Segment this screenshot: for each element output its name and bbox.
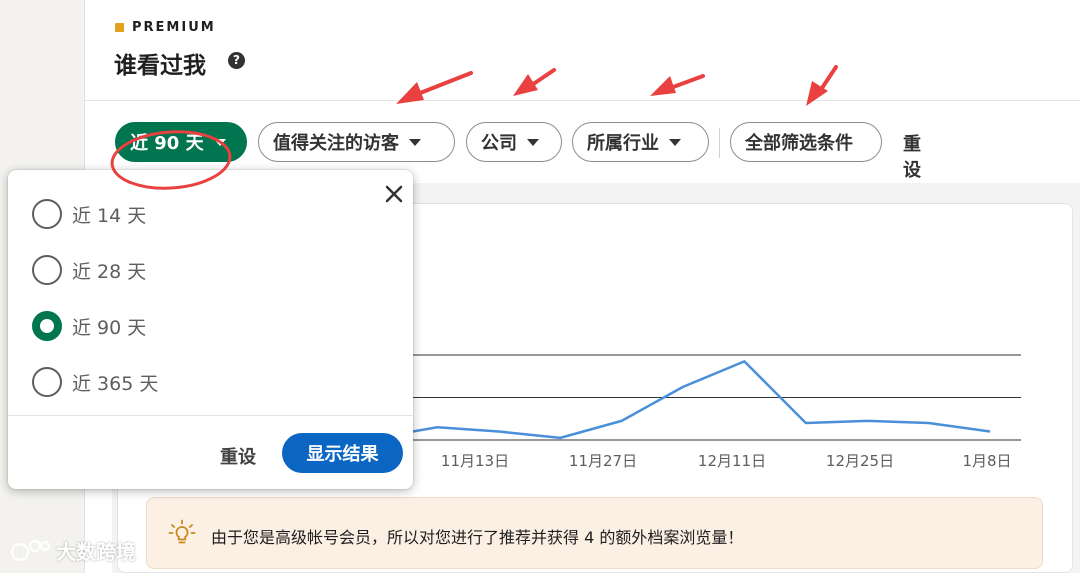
date-option-28-days[interactable]: 近 28 天 xyxy=(32,254,146,286)
filter-all-filters-label: 全部筛选条件 xyxy=(745,133,853,154)
filter-industry-label: 所属行业 xyxy=(587,133,659,154)
chart-x-tick-label: 11月27日 xyxy=(569,452,637,470)
watermark: 大数跨境 xyxy=(8,536,136,565)
chart-series-line xyxy=(375,360,991,440)
chart-x-tick-label: 11月13日 xyxy=(441,452,509,470)
filter-date-range[interactable]: 近 90 天 xyxy=(115,122,247,162)
filter-company-label: 公司 xyxy=(481,133,517,154)
filter-company[interactable]: 公司 xyxy=(466,122,562,162)
show-results-button[interactable]: 显示结果 xyxy=(282,433,403,473)
radio-unchecked-icon[interactable] xyxy=(32,199,62,229)
date-option-90-days[interactable]: 近 90 天 xyxy=(32,310,146,342)
date-option-label: 近 365 天 xyxy=(72,372,159,395)
filter-notable-visitors[interactable]: 值得关注的访客 xyxy=(258,122,455,162)
radio-checked-icon[interactable] xyxy=(32,311,62,341)
premium-notice-text: 由于您是高级帐号会员，所以对您进行了推荐并获得 4 的额外档案浏览量！ xyxy=(211,528,744,547)
radio-unchecked-icon[interactable] xyxy=(32,367,62,397)
filter-all-filters[interactable]: 全部筛选条件 xyxy=(730,122,882,162)
premium-label-row: PREMIUM xyxy=(115,20,216,35)
date-range-dropdown: 近 14 天 近 28 天 近 90 天 近 365 天 重设 显示结果 xyxy=(8,170,413,489)
chart-x-tick-label: 1月8日 xyxy=(962,452,1011,470)
dropdown-divider xyxy=(8,415,413,416)
filter-industry[interactable]: 所属行业 xyxy=(572,122,709,162)
premium-badge-icon xyxy=(115,23,124,32)
header-divider xyxy=(85,100,1080,101)
caret-down-icon xyxy=(213,138,226,146)
date-option-label: 近 14 天 xyxy=(72,204,147,227)
caret-down-icon xyxy=(527,138,539,146)
dropdown-reset-button[interactable]: 重设 xyxy=(220,443,256,469)
filter-notable-visitors-label: 值得关注的访客 xyxy=(273,133,399,154)
lightbulb-icon xyxy=(168,519,196,544)
chart-x-tick-label: 12月11日 xyxy=(698,452,766,470)
filter-date-range-label: 近 90 天 xyxy=(130,133,204,154)
chart-x-tick-label: 12月25日 xyxy=(826,452,894,470)
filter-reset-button[interactable]: 重设 xyxy=(903,130,921,182)
help-icon[interactable]: ? xyxy=(228,52,245,69)
date-option-label: 近 28 天 xyxy=(72,260,147,283)
page-title: 谁看过我 xyxy=(114,53,206,79)
premium-label: PREMIUM xyxy=(132,20,216,35)
filter-separator xyxy=(719,128,720,158)
watermark-text: 大数跨境 xyxy=(56,540,136,564)
watermark-logo-icon xyxy=(10,539,51,561)
caret-down-icon xyxy=(409,138,421,146)
date-option-14-days[interactable]: 近 14 天 xyxy=(32,198,146,230)
close-icon[interactable] xyxy=(382,182,406,206)
caret-down-icon xyxy=(669,138,681,146)
premium-notice-banner: 由于您是高级帐号会员，所以对您进行了推荐并获得 4 的额外档案浏览量！ xyxy=(146,497,1043,569)
radio-unchecked-icon[interactable] xyxy=(32,255,62,285)
date-option-label: 近 90 天 xyxy=(72,316,147,339)
date-option-365-days[interactable]: 近 365 天 xyxy=(32,366,158,398)
